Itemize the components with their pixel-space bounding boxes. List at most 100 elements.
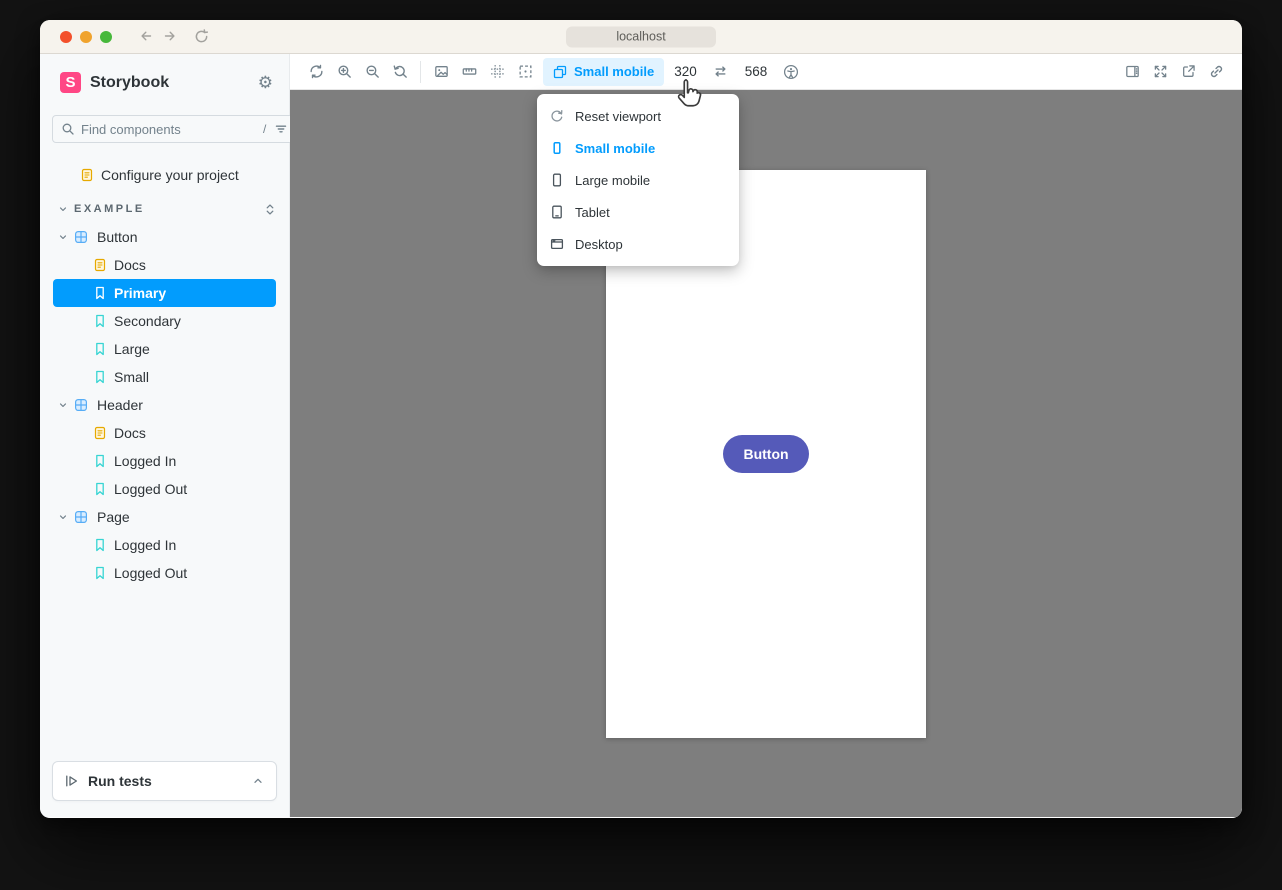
sidebar-item-page[interactable]: Page [53,503,276,531]
browser-window: localhost S Storybook ⚙ / [40,20,1242,818]
chevron-down-icon [58,232,68,242]
sidebar-item-button-primary[interactable]: Primary [53,279,276,307]
menu-item-label: Reset viewport [575,109,661,124]
tablet-icon [550,205,564,219]
storybook-logo-icon: S [60,72,81,93]
close-window-button[interactable] [60,31,72,43]
menu-item-large-mobile[interactable]: Large mobile [537,164,739,196]
sidebar-item-header-docs[interactable]: Docs [53,419,276,447]
viewport-selector-label: Small mobile [574,64,654,79]
docs-icon [93,426,107,440]
small-mobile-icon [550,141,564,155]
viewport-height-value[interactable]: 568 [735,64,778,79]
search-input[interactable] [81,122,257,137]
backgrounds-button[interactable] [427,58,455,86]
remount-button[interactable] [302,58,330,86]
story-bookmark-icon [93,342,107,356]
story-bookmark-icon [93,286,107,300]
story-bookmark-icon [93,314,107,328]
sidebar-item-button-docs[interactable]: Docs [53,251,276,279]
open-canvas-new-tab-button[interactable] [1174,58,1202,86]
run-tests-button[interactable]: Run tests [52,761,277,801]
reset-zoom-button[interactable] [386,58,414,86]
large-mobile-icon [550,173,564,187]
fullscreen-button[interactable] [1146,58,1174,86]
menu-item-desktop[interactable]: Desktop [537,228,739,260]
toolbar-divider [420,61,421,83]
reload-icon[interactable] [194,29,209,44]
document-icon [80,168,94,182]
copy-link-button[interactable] [1202,58,1230,86]
traffic-lights [60,31,112,43]
canvas-toolbar: Small mobile 320 568 [290,54,1242,90]
open-new-tab-icon [1181,64,1196,79]
component-icon [74,398,88,412]
search-box[interactable]: / [52,115,297,143]
swap-dimensions-button[interactable] [707,58,735,86]
settings-gear-icon[interactable]: ⚙ [258,74,273,91]
sidebar-item-header-logged-in[interactable]: Logged In [53,447,276,475]
back-icon[interactable] [138,29,154,44]
measure-icon [462,64,477,79]
viewport-selector-button[interactable]: Small mobile [543,58,664,86]
menu-item-reset-viewport[interactable]: Reset viewport [537,100,739,132]
toggle-addons-panel-button[interactable] [1118,58,1146,86]
story-primary-button[interactable]: Button [723,435,808,473]
copy-link-icon [1209,64,1224,79]
section-header-example[interactable]: EXAMPLE [53,195,276,223]
menu-item-small-mobile[interactable]: Small mobile [537,132,739,164]
filter-icon[interactable] [274,122,288,136]
sidebar-item-button-small[interactable]: Small [53,363,276,391]
zoom-out-icon [365,64,380,79]
search-icon [61,122,75,136]
browser-titlebar: localhost [40,20,1242,54]
swap-dimensions-icon [713,64,728,79]
story-tree: Configure your project EXAMPLE Button Do… [40,153,289,747]
minimize-window-button[interactable] [80,31,92,43]
sidebar-item-button-secondary[interactable]: Secondary [53,307,276,335]
story-bookmark-icon [93,482,107,496]
desktop-icon [550,237,564,251]
zoom-reset-icon [393,64,408,79]
reset-viewport-icon [550,109,564,123]
zoom-out-button[interactable] [358,58,386,86]
chevron-down-icon [58,400,68,410]
zoom-in-button[interactable] [330,58,358,86]
chevron-up-icon[interactable] [252,775,264,787]
menu-item-tablet[interactable]: Tablet [537,196,739,228]
grid-icon [490,64,505,79]
component-icon [74,230,88,244]
viewport-icon [553,65,567,79]
outline-button[interactable] [511,58,539,86]
zoom-in-icon [337,64,352,79]
docs-icon [93,258,107,272]
viewport-width-value[interactable]: 320 [664,64,707,79]
sidebar-item-header-logged-out[interactable]: Logged Out [53,475,276,503]
chevron-down-icon [58,204,68,214]
backgrounds-icon [434,64,449,79]
sidebar-item-header[interactable]: Header [53,391,276,419]
address-bar[interactable]: localhost [566,26,716,47]
menu-item-label: Large mobile [575,173,650,188]
search-shortcut-key: / [263,122,268,136]
sidebar-item-button-large[interactable]: Large [53,335,276,363]
outline-icon [518,64,533,79]
addons-panel-icon [1125,64,1140,79]
collapse-expand-all-icon[interactable] [264,203,276,216]
forward-icon[interactable] [162,29,178,44]
story-bookmark-icon [93,566,107,580]
grid-button[interactable] [483,58,511,86]
sidebar-item-page-logged-out[interactable]: Logged Out [53,559,276,587]
sidebar-item-button[interactable]: Button [53,223,276,251]
measure-button[interactable] [455,58,483,86]
story-bookmark-icon [93,370,107,384]
sidebar-item-configure-project[interactable]: Configure your project [53,161,276,189]
accessibility-icon [783,64,799,80]
fullscreen-icon [1153,64,1168,79]
viewport-dropdown-menu: Reset viewport Small mobile Large mobile… [537,94,739,266]
sidebar-item-page-logged-in[interactable]: Logged In [53,531,276,559]
brand-title: Storybook [90,74,258,92]
play-tests-icon [65,774,79,788]
zoom-window-button[interactable] [100,31,112,43]
accessibility-button[interactable] [777,58,805,86]
